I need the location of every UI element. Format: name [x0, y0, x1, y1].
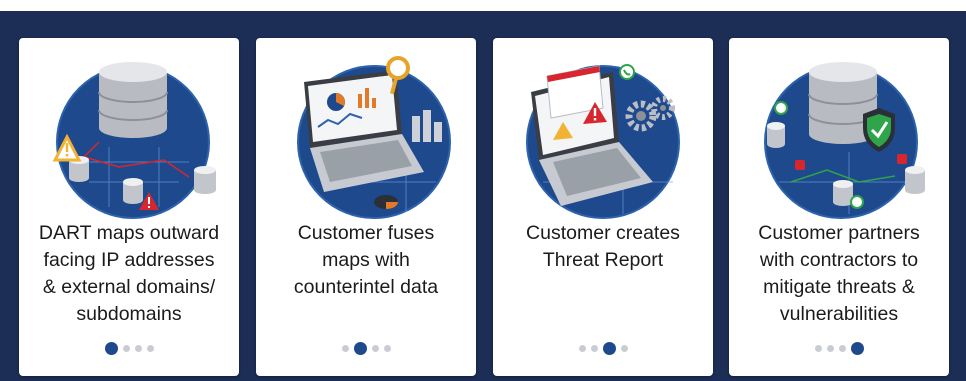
step-dot-2[interactable] — [590, 344, 598, 352]
step-dot-4[interactable] — [383, 344, 391, 352]
step-caption: DART maps outward facing IP addresses & … — [38, 222, 220, 325]
step-indicator[interactable] — [19, 338, 239, 358]
step-card-2[interactable]: Customer fuses maps with counterintel da… — [256, 38, 476, 376]
laptop-analytics-magnifier-illustration — [297, 56, 451, 219]
step-card-1[interactable]: DART maps outward facing IP addresses & … — [19, 38, 239, 376]
step-dot-3[interactable] — [838, 344, 846, 352]
step-indicator[interactable] — [256, 338, 476, 358]
step-card-4[interactable]: Customer partners with contractors to mi… — [729, 38, 949, 376]
step-dot-4[interactable] — [850, 341, 864, 355]
step-caption: Customer creates Threat Report — [526, 222, 680, 271]
step-dot-4[interactable] — [146, 344, 154, 352]
laptop-threat-report-gears-illustration — [526, 64, 680, 219]
step-dot-4[interactable] — [620, 344, 628, 352]
step-caption: Customer partners with contractors to mi… — [758, 222, 920, 325]
step-indicator[interactable] — [493, 338, 713, 358]
step-indicator[interactable] — [729, 338, 949, 358]
database-network-alert-illustration — [52, 62, 216, 219]
step-dot-1[interactable] — [814, 344, 822, 352]
database-shield-partners-illustration — [764, 62, 925, 219]
step-dot-1[interactable] — [104, 341, 118, 355]
step-dot-1[interactable] — [578, 344, 586, 352]
step-dot-3[interactable] — [371, 344, 379, 352]
step-card-3[interactable]: Customer creates Threat Report — [493, 38, 713, 376]
carousel-frame: DART maps outward facing IP addresses & … — [0, 11, 966, 381]
step-dot-2[interactable] — [353, 341, 367, 355]
step-dot-3[interactable] — [134, 344, 142, 352]
step-dot-3[interactable] — [602, 341, 616, 355]
step-dot-2[interactable] — [826, 344, 834, 352]
step-dot-2[interactable] — [122, 344, 130, 352]
step-dot-1[interactable] — [341, 344, 349, 352]
step-caption: Customer fuses maps with counterintel da… — [293, 222, 439, 298]
